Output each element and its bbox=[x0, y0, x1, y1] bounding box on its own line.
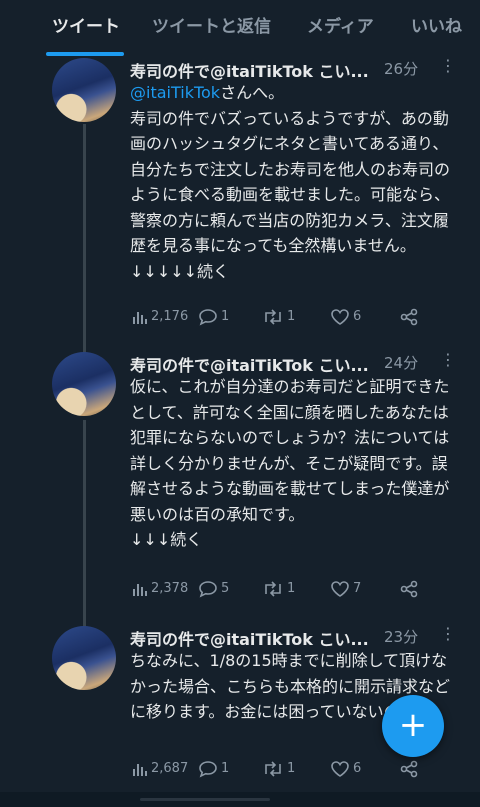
views-button[interactable]: 2,378 bbox=[132, 578, 188, 600]
tweet-body: 寿司の件でバズっているようですが、あの動画のハッシュタグにネタと書いてある通り、… bbox=[130, 108, 451, 281]
retweet-button[interactable]: 1 bbox=[262, 578, 295, 600]
heart-icon bbox=[331, 308, 349, 325]
tweet-header: 寿司の件で@itaiTikTok こい... 26分 ⋮ bbox=[130, 56, 470, 82]
views-count: 2,378 bbox=[151, 581, 189, 596]
share-button[interactable] bbox=[400, 306, 421, 328]
like-count: 6 bbox=[353, 761, 362, 776]
like-button[interactable]: 7 bbox=[330, 578, 361, 600]
views-icon bbox=[133, 763, 147, 776]
retweet-button[interactable]: 1 bbox=[262, 758, 295, 780]
views-button[interactable]: 2,687 bbox=[132, 758, 188, 780]
tweet-time[interactable]: 23分 bbox=[384, 626, 418, 647]
tab-tweets-and-replies[interactable]: ツイートと返信 bbox=[152, 12, 271, 42]
active-tab-indicator bbox=[46, 52, 124, 56]
thread-connector bbox=[83, 420, 86, 628]
tweet-header: 寿司の件で@itaiTikTok こい... 23分 ⋮ bbox=[130, 624, 470, 650]
reply-count: 1 bbox=[221, 309, 230, 324]
tab-tweets[interactable]: ツイート bbox=[52, 12, 120, 42]
reply-icon bbox=[199, 760, 217, 778]
more-options-icon[interactable]: ⋮ bbox=[440, 350, 456, 370]
views-icon bbox=[133, 311, 147, 324]
views-icon bbox=[133, 583, 147, 596]
tab-media[interactable]: メディア bbox=[307, 12, 374, 42]
more-options-icon[interactable]: ⋮ bbox=[440, 56, 456, 76]
tweet-actions: 2,176 1 1 6 bbox=[130, 306, 450, 328]
plus-icon: + bbox=[398, 705, 428, 745]
profile-tabs: ツイート ツイートと返信 メディア いいね bbox=[0, 0, 480, 56]
views-count: 2,176 bbox=[151, 309, 189, 324]
reply-button[interactable]: 1 bbox=[198, 758, 229, 780]
share-button[interactable] bbox=[400, 758, 421, 780]
tweet-header: 寿司の件で@itaiTikTok こい... 24分 ⋮ bbox=[130, 350, 470, 376]
tab-likes[interactable]: いいね bbox=[411, 12, 462, 42]
tweet-actions: 2,687 1 1 6 bbox=[130, 758, 450, 780]
more-options-icon[interactable]: ⋮ bbox=[440, 624, 456, 644]
heart-icon bbox=[331, 580, 349, 597]
avatar[interactable] bbox=[52, 626, 116, 690]
thread-connector bbox=[83, 124, 86, 354]
retweet-icon bbox=[265, 308, 281, 325]
reply-icon bbox=[199, 308, 217, 326]
like-count: 7 bbox=[353, 581, 362, 596]
share-icon bbox=[400, 580, 418, 597]
like-count: 6 bbox=[353, 309, 362, 324]
views-count: 2,687 bbox=[151, 761, 189, 776]
tweet-actions: 2,378 5 1 7 bbox=[130, 578, 450, 600]
share-icon bbox=[400, 308, 418, 325]
mention-link[interactable]: @itaiTikTok bbox=[130, 83, 220, 102]
retweet-button[interactable]: 1 bbox=[262, 306, 295, 328]
display-name[interactable]: 寿司の件で@itaiTikTok こい... bbox=[130, 630, 369, 649]
like-button[interactable]: 6 bbox=[330, 306, 361, 328]
retweet-icon bbox=[265, 760, 281, 777]
mention-suffix: さんへ。 bbox=[220, 83, 285, 102]
reply-button[interactable]: 5 bbox=[198, 578, 229, 600]
reply-count: 5 bbox=[221, 581, 230, 596]
compose-tweet-button[interactable]: + bbox=[382, 695, 444, 757]
reply-count: 1 bbox=[221, 761, 230, 776]
reply-icon bbox=[199, 580, 217, 598]
retweet-icon bbox=[265, 580, 281, 597]
retweet-count: 1 bbox=[287, 761, 296, 776]
nav-gesture-hint[interactable] bbox=[140, 798, 270, 801]
display-name[interactable]: 寿司の件で@itaiTikTok こい... bbox=[130, 356, 369, 375]
share-icon bbox=[400, 760, 418, 777]
heart-icon bbox=[331, 760, 349, 777]
retweet-count: 1 bbox=[287, 309, 296, 324]
reply-button[interactable]: 1 bbox=[198, 306, 229, 328]
display-name[interactable]: 寿司の件で@itaiTikTok こい... bbox=[130, 62, 369, 81]
avatar[interactable] bbox=[52, 58, 116, 122]
views-button[interactable]: 2,176 bbox=[132, 306, 188, 328]
tweet-time[interactable]: 24分 bbox=[384, 352, 418, 373]
share-button[interactable] bbox=[400, 578, 421, 600]
tweet-body: 仮に、これが自分達のお寿司だと証明できたとして、許可なく全国に顔を晒したあなたは… bbox=[130, 377, 450, 549]
tweet-time[interactable]: 26分 bbox=[384, 58, 418, 79]
retweet-count: 1 bbox=[287, 581, 296, 596]
avatar[interactable] bbox=[52, 352, 116, 416]
like-button[interactable]: 6 bbox=[330, 758, 361, 780]
tweet-text: @itaiTikTokさんへ。寿司の件でバズっているようですが、あの動画のハッシ… bbox=[130, 80, 460, 284]
